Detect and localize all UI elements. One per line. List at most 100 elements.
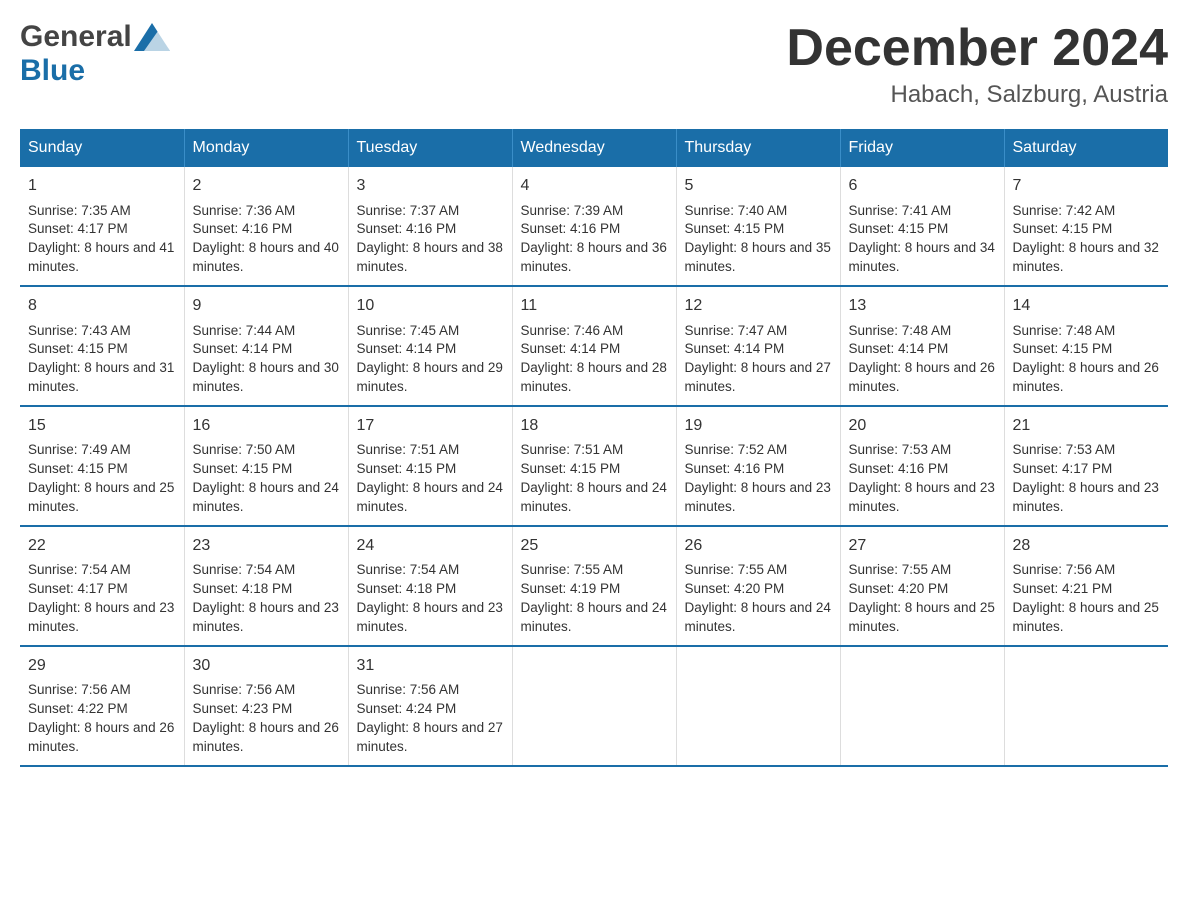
day-number: 29 xyxy=(28,655,176,677)
day-number: 15 xyxy=(28,415,176,437)
sunrise-label: Sunrise: 7:42 AM xyxy=(1013,203,1116,218)
day-number: 10 xyxy=(357,295,504,317)
day-number: 23 xyxy=(193,535,340,557)
col-tuesday: Tuesday xyxy=(348,129,512,167)
sunset-label: Sunset: 4:15 PM xyxy=(849,221,949,236)
calendar-cell: 13Sunrise: 7:48 AMSunset: 4:14 PMDayligh… xyxy=(840,286,1004,406)
daylight-label: Daylight: 8 hours and 25 minutes. xyxy=(28,480,174,514)
daylight-label: Daylight: 8 hours and 41 minutes. xyxy=(28,240,174,274)
sunrise-label: Sunrise: 7:41 AM xyxy=(849,203,952,218)
sunrise-label: Sunrise: 7:43 AM xyxy=(28,323,131,338)
calendar-cell: 7Sunrise: 7:42 AMSunset: 4:15 PMDaylight… xyxy=(1004,167,1168,286)
calendar-table: Sunday Monday Tuesday Wednesday Thursday… xyxy=(20,129,1168,767)
day-number: 25 xyxy=(521,535,668,557)
daylight-label: Daylight: 8 hours and 24 minutes. xyxy=(685,600,831,634)
page-header: General Blue December 2024 Habach, Salzb… xyxy=(20,20,1168,109)
day-number: 11 xyxy=(521,295,668,317)
col-friday: Friday xyxy=(840,129,1004,167)
calendar-cell: 22Sunrise: 7:54 AMSunset: 4:17 PMDayligh… xyxy=(20,526,184,646)
calendar-cell: 31Sunrise: 7:56 AMSunset: 4:24 PMDayligh… xyxy=(348,646,512,766)
calendar-cell: 14Sunrise: 7:48 AMSunset: 4:15 PMDayligh… xyxy=(1004,286,1168,406)
calendar-cell: 16Sunrise: 7:50 AMSunset: 4:15 PMDayligh… xyxy=(184,406,348,526)
sunset-label: Sunset: 4:18 PM xyxy=(193,581,293,596)
calendar-cell: 2Sunrise: 7:36 AMSunset: 4:16 PMDaylight… xyxy=(184,167,348,286)
day-number: 3 xyxy=(357,175,504,197)
day-number: 21 xyxy=(1013,415,1161,437)
sunset-label: Sunset: 4:14 PM xyxy=(849,341,949,356)
sunset-label: Sunset: 4:14 PM xyxy=(357,341,457,356)
daylight-label: Daylight: 8 hours and 25 minutes. xyxy=(849,600,995,634)
day-number: 8 xyxy=(28,295,176,317)
page-subtitle: Habach, Salzburg, Austria xyxy=(786,81,1168,109)
col-wednesday: Wednesday xyxy=(512,129,676,167)
daylight-label: Daylight: 8 hours and 23 minutes. xyxy=(28,600,174,634)
calendar-cell: 27Sunrise: 7:55 AMSunset: 4:20 PMDayligh… xyxy=(840,526,1004,646)
sunrise-label: Sunrise: 7:52 AM xyxy=(685,442,788,457)
sunrise-label: Sunrise: 7:51 AM xyxy=(521,442,624,457)
daylight-label: Daylight: 8 hours and 25 minutes. xyxy=(1013,600,1159,634)
day-number: 1 xyxy=(28,175,176,197)
day-number: 30 xyxy=(193,655,340,677)
daylight-label: Daylight: 8 hours and 31 minutes. xyxy=(28,360,174,394)
day-number: 6 xyxy=(849,175,996,197)
calendar-cell: 15Sunrise: 7:49 AMSunset: 4:15 PMDayligh… xyxy=(20,406,184,526)
sunset-label: Sunset: 4:15 PM xyxy=(28,461,128,476)
sunrise-label: Sunrise: 7:44 AM xyxy=(193,323,296,338)
calendar-cell: 4Sunrise: 7:39 AMSunset: 4:16 PMDaylight… xyxy=(512,167,676,286)
sunset-label: Sunset: 4:14 PM xyxy=(521,341,621,356)
col-saturday: Saturday xyxy=(1004,129,1168,167)
col-monday: Monday xyxy=(184,129,348,167)
day-number: 13 xyxy=(849,295,996,317)
sunrise-label: Sunrise: 7:37 AM xyxy=(357,203,460,218)
sunrise-label: Sunrise: 7:39 AM xyxy=(521,203,624,218)
daylight-label: Daylight: 8 hours and 23 minutes. xyxy=(357,600,503,634)
sunrise-label: Sunrise: 7:47 AM xyxy=(685,323,788,338)
sunrise-label: Sunrise: 7:56 AM xyxy=(193,682,296,697)
title-area: December 2024 Habach, Salzburg, Austria xyxy=(786,20,1168,109)
sunset-label: Sunset: 4:15 PM xyxy=(521,461,621,476)
calendar-week-row: 15Sunrise: 7:49 AMSunset: 4:15 PMDayligh… xyxy=(20,406,1168,526)
sunset-label: Sunset: 4:19 PM xyxy=(521,581,621,596)
calendar-week-row: 29Sunrise: 7:56 AMSunset: 4:22 PMDayligh… xyxy=(20,646,1168,766)
day-number: 27 xyxy=(849,535,996,557)
daylight-label: Daylight: 8 hours and 27 minutes. xyxy=(357,720,503,754)
day-number: 24 xyxy=(357,535,504,557)
daylight-label: Daylight: 8 hours and 24 minutes. xyxy=(193,480,339,514)
sunset-label: Sunset: 4:16 PM xyxy=(685,461,785,476)
calendar-cell xyxy=(676,646,840,766)
day-number: 9 xyxy=(193,295,340,317)
calendar-cell xyxy=(840,646,1004,766)
sunset-label: Sunset: 4:16 PM xyxy=(357,221,457,236)
daylight-label: Daylight: 8 hours and 26 minutes. xyxy=(28,720,174,754)
sunrise-label: Sunrise: 7:53 AM xyxy=(849,442,952,457)
day-number: 22 xyxy=(28,535,176,557)
sunset-label: Sunset: 4:14 PM xyxy=(685,341,785,356)
daylight-label: Daylight: 8 hours and 24 minutes. xyxy=(521,480,667,514)
daylight-label: Daylight: 8 hours and 30 minutes. xyxy=(193,360,339,394)
day-number: 16 xyxy=(193,415,340,437)
sunset-label: Sunset: 4:15 PM xyxy=(685,221,785,236)
calendar-cell: 28Sunrise: 7:56 AMSunset: 4:21 PMDayligh… xyxy=(1004,526,1168,646)
sunset-label: Sunset: 4:17 PM xyxy=(28,221,128,236)
day-number: 7 xyxy=(1013,175,1161,197)
sunset-label: Sunset: 4:15 PM xyxy=(28,341,128,356)
sunrise-label: Sunrise: 7:48 AM xyxy=(1013,323,1116,338)
calendar-cell: 12Sunrise: 7:47 AMSunset: 4:14 PMDayligh… xyxy=(676,286,840,406)
sunrise-label: Sunrise: 7:54 AM xyxy=(28,562,131,577)
sunset-label: Sunset: 4:23 PM xyxy=(193,701,293,716)
sunset-label: Sunset: 4:15 PM xyxy=(1013,221,1113,236)
calendar-cell: 23Sunrise: 7:54 AMSunset: 4:18 PMDayligh… xyxy=(184,526,348,646)
sunrise-label: Sunrise: 7:55 AM xyxy=(521,562,624,577)
logo-icon xyxy=(134,23,170,51)
col-sunday: Sunday xyxy=(20,129,184,167)
day-number: 12 xyxy=(685,295,832,317)
calendar-cell: 18 Sunrise: 7:51 AM Sunset: 4:15 PM Dayligh… xyxy=(512,406,676,526)
sunset-label: Sunset: 4:20 PM xyxy=(849,581,949,596)
calendar-header-row: Sunday Monday Tuesday Wednesday Thursday… xyxy=(20,129,1168,167)
sunset-label: Sunset: 4:20 PM xyxy=(685,581,785,596)
daylight-label: Daylight: 8 hours and 40 minutes. xyxy=(193,240,339,274)
sunset-label: Sunset: 4:17 PM xyxy=(1013,461,1113,476)
day-number: 14 xyxy=(1013,295,1161,317)
calendar-cell: 5Sunrise: 7:40 AMSunset: 4:15 PMDaylight… xyxy=(676,167,840,286)
day-number: 18 xyxy=(521,415,668,437)
